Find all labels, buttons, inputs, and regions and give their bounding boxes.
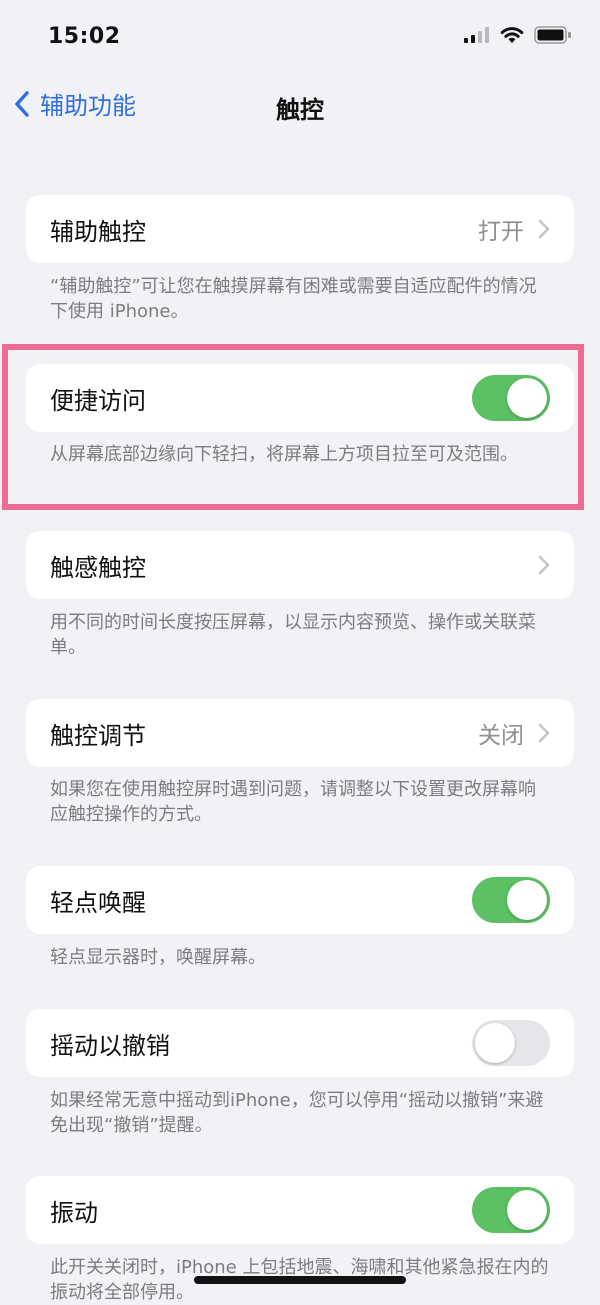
navigation-bar: 辅助功能 触控 <box>0 80 600 136</box>
assistive-touch-row[interactable]: 辅助触控 打开 <box>26 195 574 263</box>
vibration-row: 振动 <box>26 1176 574 1244</box>
row-value: 打开 <box>478 219 524 245</box>
signal-icon <box>464 27 489 43</box>
row-label: 辅助触控 <box>50 217 146 246</box>
row-footnote: “辅助触控”可让您在触摸屏幕有困难或需要自适应配件的情况下使用 iPhone。 <box>50 276 537 322</box>
row-label: 振动 <box>50 1198 98 1227</box>
row-value: 关闭 <box>478 723 524 749</box>
home-indicator <box>194 1276 406 1284</box>
row-label: 触控调节 <box>50 721 146 750</box>
shake-to-undo-row: 摇动以撤销 <box>26 1009 574 1077</box>
row-footnote: 如果经常无意中摇动到iPhone，您可以停用“摇动以撤销”来避免出现“撤销”提醒… <box>50 1090 544 1136</box>
touch-accommodations-row[interactable]: 触控调节 关闭 <box>26 699 574 767</box>
row-label: 轻点唤醒 <box>50 888 146 917</box>
status-time: 15:02 <box>48 24 121 49</box>
toggle-knob <box>507 880 547 920</box>
chevron-right-icon <box>538 555 550 575</box>
toggle-knob <box>507 1190 547 1230</box>
row-footnote: 轻点显示器时，唤醒屏幕。 <box>50 947 266 968</box>
status-bar: 15:02 <box>0 0 600 80</box>
toggle-knob <box>475 1023 515 1063</box>
vibration-toggle[interactable] <box>472 1187 550 1233</box>
chevron-right-icon <box>538 219 550 239</box>
page-title: 触控 <box>276 96 324 124</box>
wifi-icon <box>500 27 524 43</box>
row-label: 触感触控 <box>50 553 146 582</box>
row-footnote: 如果您在使用触控屏时遇到问题，请调整以下设置更改屏幕响应触控操作的方式。 <box>50 779 536 825</box>
haptic-touch-row[interactable]: 触感触控 <box>26 531 574 599</box>
battery-icon <box>534 26 571 44</box>
shake-to-undo-toggle[interactable] <box>472 1020 550 1066</box>
row-footnote: 用不同的时间长度按压屏幕，以显示内容预览、操作或关联菜单。 <box>50 612 536 658</box>
tap-to-wake-row: 轻点唤醒 <box>26 866 574 934</box>
status-icons <box>464 26 572 44</box>
row-label: 摇动以撤销 <box>50 1031 170 1060</box>
chevron-right-icon <box>538 723 550 743</box>
highlight-frame <box>2 344 584 510</box>
tap-to-wake-toggle[interactable] <box>472 877 550 923</box>
